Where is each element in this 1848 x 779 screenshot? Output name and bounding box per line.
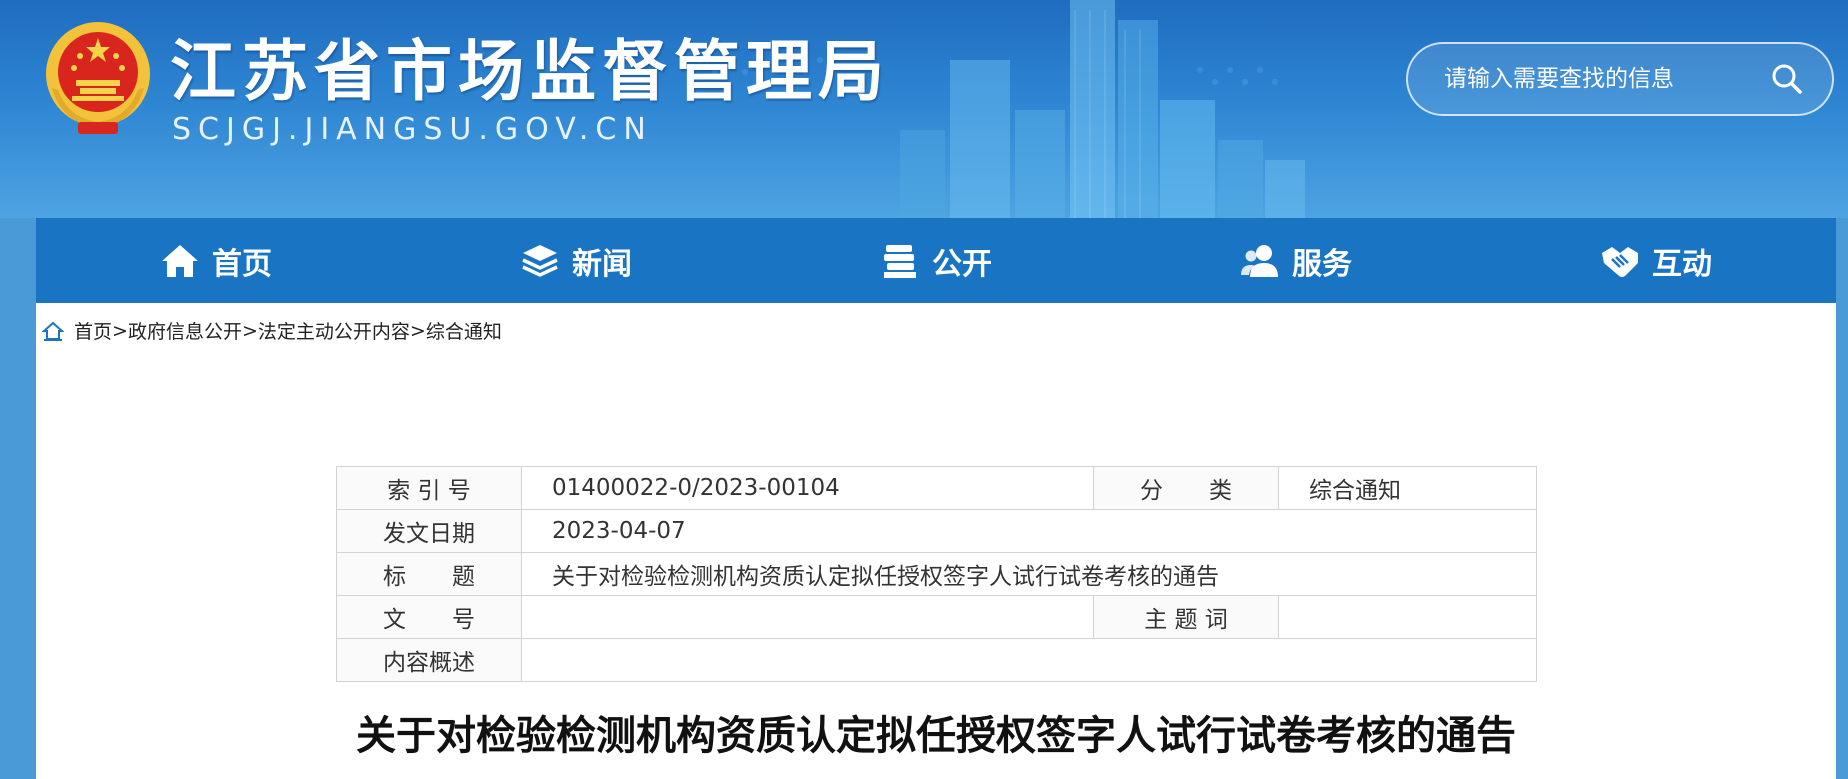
national-emblem-logo: [46, 22, 150, 134]
docno-label: 文 号: [336, 595, 522, 639]
table-row: 标 题 关于对检验检测机构资质认定拟任授权签字人试行试卷考核的通告: [336, 552, 1537, 596]
breadcrumb-separator: >: [112, 319, 128, 342]
nav-item-label: 互动: [1652, 246, 1712, 282]
table-row: 内容概述: [336, 638, 1537, 682]
nav-item-home[interactable]: 首页: [36, 218, 396, 303]
category-value: 综合通知: [1278, 466, 1537, 510]
breadcrumb: 首页 > 政府信息公开 > 法定主动公开内容 > 综合通知: [42, 317, 502, 344]
breadcrumb-link-gov-info[interactable]: 政府信息公开: [128, 317, 242, 344]
content-area: 首页 > 政府信息公开 > 法定主动公开内容 > 综合通知 索 引 号 0140…: [36, 303, 1836, 779]
nav-item-service[interactable]: 服务: [1116, 218, 1476, 303]
nav-item-open[interactable]: 公开: [756, 218, 1116, 303]
docno-value: [521, 595, 1094, 639]
site-domain: SCJGJ.JIANGSU.GOV.CN: [172, 112, 653, 147]
breadcrumb-separator: >: [409, 319, 426, 342]
users-icon: [1241, 244, 1278, 277]
document-title: 关于对检验检测机构资质认定拟任授权签字人试行试卷考核的通告: [356, 713, 1516, 759]
search-box: [1406, 42, 1834, 116]
books-icon: [884, 244, 916, 278]
breadcrumb-link-statutory[interactable]: 法定主动公开内容: [258, 317, 410, 344]
nav-item-interact[interactable]: 互动: [1476, 218, 1836, 303]
site-header: 江苏省市场监督管理局 SCJGJ.JIANGSU.GOV.CN: [0, 0, 1848, 218]
layers-icon: [522, 244, 558, 277]
document-info-table: 索 引 号 01400022-0/2023-00104 分 类 综合通知 发文日…: [336, 466, 1537, 682]
table-row: 索 引 号 01400022-0/2023-00104 分 类 综合通知: [336, 466, 1537, 510]
table-row: 发文日期 2023-04-07: [336, 509, 1537, 553]
nav-item-label: 服务: [1292, 246, 1352, 282]
category-label: 分 类: [1093, 466, 1279, 510]
site-title: 江苏省市场监督管理局: [170, 33, 890, 110]
summary-label: 内容概述: [336, 638, 522, 682]
nav-item-news[interactable]: 新闻: [396, 218, 756, 303]
index-label: 索 引 号: [336, 466, 522, 510]
main-nav: 首页 新闻 公开 服务 互动: [36, 218, 1836, 303]
date-value: 2023-04-07: [521, 509, 1537, 553]
index-value: 01400022-0/2023-00104: [521, 466, 1094, 510]
home-icon: [42, 321, 64, 341]
search-icon[interactable]: [1770, 62, 1804, 96]
table-row: 文 号 主 题 词: [336, 595, 1537, 639]
home-icon: [162, 244, 198, 277]
date-label: 发文日期: [336, 509, 522, 553]
breadcrumb-separator: >: [241, 319, 258, 342]
nav-item-label: 首页: [212, 246, 272, 282]
search-input[interactable]: [1442, 58, 1756, 100]
nav-item-label: 新闻: [572, 246, 632, 282]
breadcrumb-link-home[interactable]: 首页: [74, 317, 112, 344]
handshake-icon: [1602, 246, 1638, 277]
title-value: 关于对检验检测机构资质认定拟任授权签字人试行试卷考核的通告: [521, 552, 1537, 596]
title-label: 标 题: [336, 552, 522, 596]
breadcrumb-link-notice[interactable]: 综合通知: [426, 317, 502, 344]
nav-item-label: 公开: [932, 246, 992, 282]
summary-value: [521, 638, 1537, 682]
keyword-value: [1278, 595, 1537, 639]
keyword-label: 主 题 词: [1093, 595, 1279, 639]
